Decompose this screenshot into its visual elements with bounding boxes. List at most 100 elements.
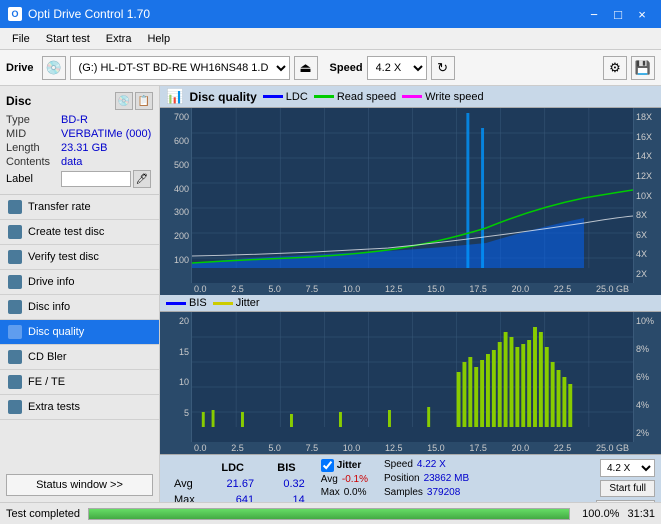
action-section: 4.2 X Start full Start part xyxy=(596,459,655,502)
mid-label: MID xyxy=(6,128,61,140)
x-axis-top: 0.0 2.5 5.0 7.5 10.0 12.5 15.0 17.5 20.0… xyxy=(160,283,661,295)
disc-label-input[interactable] xyxy=(61,171,131,187)
jitter-label: Jitter xyxy=(337,460,361,471)
sidebar-item-verify-test-disc[interactable]: Verify test disc xyxy=(0,245,159,270)
disc-quality-icon xyxy=(8,325,22,339)
start-part-button[interactable]: Start part xyxy=(596,500,655,502)
drive-label: Drive xyxy=(6,62,34,74)
chart-top-svg xyxy=(192,108,633,283)
progress-bar-fill xyxy=(89,509,569,519)
disc-quality-label: Disc quality xyxy=(28,326,84,338)
samples-label: Samples xyxy=(384,487,423,498)
save-button[interactable]: 💾 xyxy=(631,56,655,80)
sidebar-item-disc-quality[interactable]: Disc quality xyxy=(0,320,159,345)
right-panel: 📊 Disc quality LDC Read speed Write spee… xyxy=(160,86,661,502)
verify-test-disc-icon xyxy=(8,250,22,264)
legend-bis: BIS xyxy=(166,297,207,309)
extra-tests-label: Extra tests xyxy=(28,401,80,413)
sidebar-item-fe-te[interactable]: FE / TE xyxy=(0,370,159,395)
type-label: Type xyxy=(6,114,61,126)
disc-section: Disc 💿 📋 Type BD-R MID VERBATIMe (000) L… xyxy=(0,86,159,195)
sidebar-item-drive-info[interactable]: Drive info xyxy=(0,270,159,295)
speed-label: Speed xyxy=(384,459,413,470)
titlebar: O Opti Drive Control 1.70 − □ × xyxy=(0,0,661,28)
menu-extra[interactable]: Extra xyxy=(98,31,140,47)
disc-icon-1[interactable]: 💿 xyxy=(115,92,133,110)
sidebar-item-transfer-rate[interactable]: Transfer rate xyxy=(0,195,159,220)
avg-bis: 0.32 xyxy=(262,477,311,491)
speed-select[interactable]: 4.2 X xyxy=(367,56,427,80)
speed-select-stats[interactable]: 4.2 X xyxy=(600,459,655,477)
position-value: 23862 MB xyxy=(424,473,470,484)
chart-top-header: 📊 Disc quality LDC Read speed Write spee… xyxy=(160,86,661,108)
fe-te-icon xyxy=(8,375,22,389)
ldc-header: LDC xyxy=(205,461,260,475)
legend-ldc-color xyxy=(263,95,283,98)
chart-bottom-area: 20 15 10 5 xyxy=(160,312,661,442)
contents-label: Contents xyxy=(6,156,61,168)
avg-jitter-value: -0.1% xyxy=(342,474,368,485)
disc-info-label: Disc info xyxy=(28,301,70,313)
sidebar: Disc 💿 📋 Type BD-R MID VERBATIMe (000) L… xyxy=(0,86,160,502)
menu-start-test[interactable]: Start test xyxy=(38,31,98,47)
app-icon: O xyxy=(8,7,22,21)
settings-button[interactable]: ⚙ xyxy=(603,56,627,80)
legend-ldc: LDC xyxy=(263,91,308,103)
sidebar-item-cd-bler[interactable]: CD Bler xyxy=(0,345,159,370)
legend-write-speed: Write speed xyxy=(402,91,484,103)
progress-bar-container xyxy=(88,508,570,520)
y-axis-left-bottom: 20 15 10 5 xyxy=(160,312,192,442)
menu-file[interactable]: File xyxy=(4,31,38,47)
minimize-button[interactable]: − xyxy=(583,3,605,25)
y-axis-right-top: 18X 16X 14X 12X 10X 8X 6X 4X 2X xyxy=(633,108,661,283)
position-section: Speed 4.22 X Position 23862 MB Samples 3… xyxy=(384,459,469,498)
avg-label: Avg xyxy=(168,477,203,491)
create-test-disc-icon xyxy=(8,225,22,239)
chart-top-area: 700 600 500 400 300 200 100 xyxy=(160,108,661,283)
mid-value: VERBATIMe (000) xyxy=(61,128,151,140)
sidebar-item-disc-info[interactable]: Disc info xyxy=(0,295,159,320)
status-window-button[interactable]: Status window >> xyxy=(6,474,153,496)
progress-pct: 100.0% xyxy=(582,508,619,520)
close-button[interactable]: × xyxy=(631,3,653,25)
disc-label-button[interactable]: 🖊 xyxy=(133,170,151,188)
max-jitter-label: Max xyxy=(321,487,340,498)
drive-icon-button[interactable]: 💿 xyxy=(42,56,66,80)
max-bis: 14 xyxy=(262,493,311,502)
legend-write-speed-color xyxy=(402,95,422,98)
samples-value: 379208 xyxy=(427,487,460,498)
legend-jitter-color xyxy=(213,302,233,305)
jitter-checkbox[interactable] xyxy=(321,459,334,472)
disc-label-label: Label xyxy=(6,173,61,185)
status-text: Test completed xyxy=(6,508,80,520)
avg-jitter-label: Avg xyxy=(321,474,338,485)
legend-jitter: Jitter xyxy=(213,297,260,309)
type-value: BD-R xyxy=(61,114,88,126)
sidebar-item-extra-tests[interactable]: Extra tests xyxy=(0,395,159,420)
x-axis-bottom: 0.0 2.5 5.0 7.5 10.0 12.5 15.0 17.5 20.0… xyxy=(160,442,661,454)
eject-button[interactable]: ⏏ xyxy=(294,56,318,80)
maximize-button[interactable]: □ xyxy=(607,3,629,25)
status-time: 31:31 xyxy=(627,508,655,520)
statusbar: Test completed 100.0% 31:31 xyxy=(0,502,661,524)
bis-header: BIS xyxy=(262,461,311,475)
disc-info-icon xyxy=(8,300,22,314)
menu-help[interactable]: Help xyxy=(139,31,178,47)
y-axis-right-bottom: 10% 8% 6% 4% 2% xyxy=(633,312,661,442)
legend-ldc-label: LDC xyxy=(286,91,308,103)
drive-select[interactable]: (G:) HL-DT-ST BD-RE WH16NS48 1.D3 xyxy=(70,56,290,80)
sidebar-item-create-test-disc[interactable]: Create test disc xyxy=(0,220,159,245)
max-jitter-value: 0.0% xyxy=(344,487,367,498)
refresh-button[interactable]: ↻ xyxy=(431,56,455,80)
legend-write-speed-label: Write speed xyxy=(425,91,484,103)
contents-value: data xyxy=(61,156,82,168)
main-content: Disc 💿 📋 Type BD-R MID VERBATIMe (000) L… xyxy=(0,86,661,502)
avg-ldc: 21.67 xyxy=(205,477,260,491)
disc-icon-2[interactable]: 📋 xyxy=(135,92,153,110)
length-label: Length xyxy=(6,142,61,154)
start-full-button[interactable]: Start full xyxy=(600,480,655,497)
extra-tests-icon xyxy=(8,400,22,414)
create-test-disc-label: Create test disc xyxy=(28,226,104,238)
cd-bler-icon xyxy=(8,350,22,364)
legend-bis-label: BIS xyxy=(189,297,207,309)
